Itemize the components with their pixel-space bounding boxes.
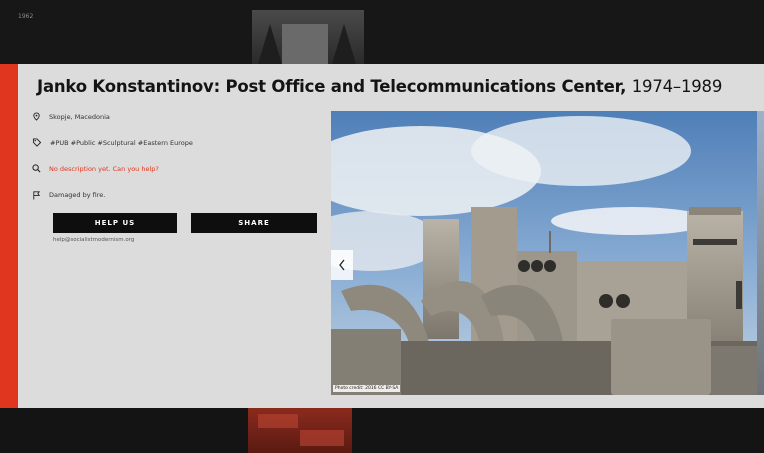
email-link[interactable]: help@socialistmodernism.org	[53, 237, 134, 243]
location-row: Skopje, Macedonia	[32, 112, 110, 121]
top-strip	[0, 0, 764, 64]
tree-shape	[258, 24, 282, 64]
map-pin-icon	[33, 112, 40, 121]
photo-caption: Photo credit: 2016 CC BY-SA	[333, 385, 401, 392]
chevron-left-icon	[339, 259, 345, 271]
year-label: 1962	[18, 13, 34, 20]
tags-text[interactable]: #PUB #Public #Sculptural #Eastern Europe	[50, 139, 193, 147]
search-icon	[32, 164, 41, 173]
building-photo	[331, 111, 757, 395]
status-text: Damaged by fire.	[49, 191, 106, 199]
photo-illustration	[331, 111, 757, 395]
previous-photo-button[interactable]	[331, 250, 353, 280]
status-row: Damaged by fire.	[32, 190, 105, 200]
help-us-button[interactable]: HELP US	[53, 213, 177, 233]
building-shape	[282, 24, 328, 64]
location-text: Skopje, Macedonia	[49, 112, 110, 121]
tags-row: #PUB #Public #Sculptural #Eastern Europe	[32, 138, 193, 147]
detail-modal: Janko Konstantinov: Post Office and Tele…	[0, 64, 764, 408]
thumbnail-block	[300, 430, 344, 446]
tree-shape	[332, 24, 356, 64]
page-title: Janko Konstantinov: Post Office and Tele…	[37, 77, 722, 96]
description-link[interactable]: No description yet. Can you help?	[49, 165, 159, 173]
bottom-strip	[0, 408, 764, 453]
thumbnail-block	[258, 414, 298, 428]
share-button[interactable]: SHARE	[191, 213, 317, 233]
previous-card-thumbnail[interactable]	[252, 10, 364, 64]
accent-bar	[0, 64, 18, 408]
tag-icon	[32, 138, 42, 147]
title-years: 1974–1989	[631, 77, 723, 96]
next-photo-edge[interactable]	[757, 111, 764, 395]
next-card-thumbnail[interactable]	[248, 408, 352, 453]
title-main: Janko Konstantinov: Post Office and Tele…	[37, 77, 627, 96]
flag-icon	[33, 191, 41, 200]
description-row: No description yet. Can you help?	[32, 164, 159, 173]
